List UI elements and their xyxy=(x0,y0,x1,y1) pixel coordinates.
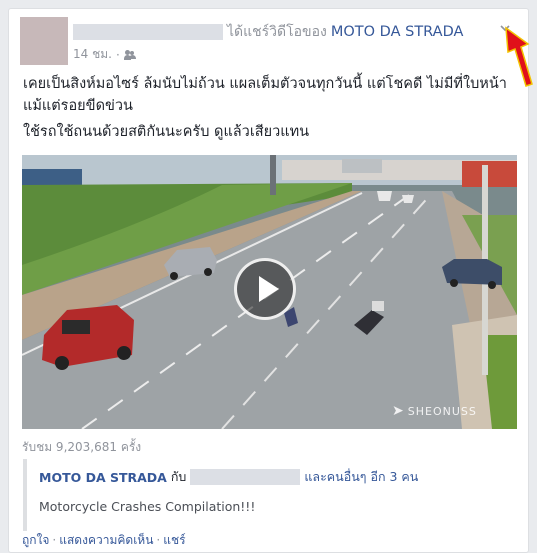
video-player[interactable]: ➤ SHEONUSS xyxy=(22,155,517,429)
redacted-author-name xyxy=(73,24,223,40)
post-actions: ถูกใจ · แสดงความคิดเห็น · แชร์ xyxy=(22,531,186,550)
post-meta: 14 ชม. · xyxy=(73,45,137,64)
video-watermark: ➤ SHEONUSS xyxy=(392,403,477,419)
play-icon[interactable] xyxy=(234,258,296,320)
friends-icon[interactable] xyxy=(123,49,137,60)
watermark-logo-icon: ➤ xyxy=(392,403,405,419)
meta-separator: · xyxy=(115,47,120,62)
redacted-tagged-name xyxy=(190,469,301,485)
page-name-link[interactable]: MOTO DA STRADA xyxy=(331,24,464,40)
post-message-line: เคยเป็นสิงห์มอไซร์ ล้มนับไม่ถ้วน แผลเต็ม… xyxy=(23,76,507,114)
post-card: ได้แชร์วิดีโอของ MOTO DA STRADA 14 ชม. ·… xyxy=(8,8,529,553)
post-message: เคยเป็นสิงห์มอไซร์ ล้มนับไม่ถ้วน แผลเต็ม… xyxy=(23,73,523,143)
others-link[interactable]: และคนอื่นๆ อีก 3 คน xyxy=(304,467,418,487)
view-count: รับชม 9,203,681 ครั้ง xyxy=(22,440,142,454)
post-header: ได้แชร์วิดีโอของ MOTO DA STRADA xyxy=(73,23,463,41)
annotation-arrow-icon xyxy=(505,26,533,87)
watermark-text: SHEONUSS xyxy=(407,405,477,418)
shared-post-title: Motorcycle Crashes Compilation!!! xyxy=(39,499,256,514)
with-text: กับ xyxy=(170,469,187,484)
shared-post-box[interactable]: MOTO DA STRADA กับ และคนอื่นๆ อีก 3 คน M… xyxy=(23,459,523,531)
shared-video-text: ได้แชร์วิดีโอของ xyxy=(227,24,327,40)
post-message-line: ใช้รถใช้ถนนด้วยสติกันนะครับ ดูแล้วเสียวแ… xyxy=(23,124,310,140)
shared-page-name-link[interactable]: MOTO DA STRADA xyxy=(39,470,167,485)
shared-post-header: MOTO DA STRADA กับ และคนอื่นๆ อีก 3 คน xyxy=(39,467,418,487)
avatar[interactable] xyxy=(20,17,68,65)
timestamp[interactable]: 14 ชม. xyxy=(73,45,112,64)
